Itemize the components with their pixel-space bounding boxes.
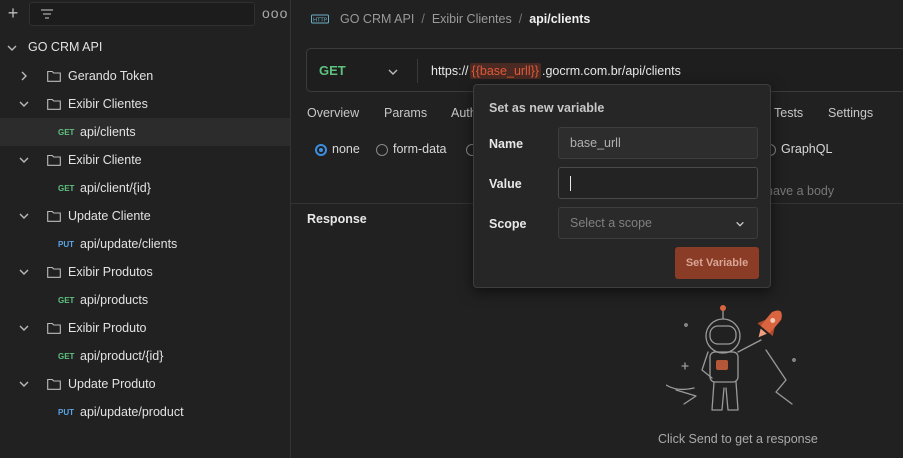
sidebar-item-label: Gerando Token [68,69,154,83]
method-badge: PUT [58,240,74,249]
sidebar-item-update-cliente[interactable]: Update Cliente [0,202,290,230]
url-variable[interactable]: {{base_urll}} [469,63,541,79]
radio-label-form-data: form-data [393,142,447,156]
radio-none[interactable] [315,144,327,156]
body-hint: have a body [766,184,835,198]
chevron-down-icon[interactable] [18,154,30,166]
folder-icon [47,322,61,334]
folder-icon [47,98,61,110]
sidebar-item-label: api/product/{id} [80,349,164,363]
url-suffix: .gocrm.com.br/api/clients [541,64,681,78]
tab-overview[interactable]: Overview [307,106,359,120]
sidebar-item-exibir-produto[interactable]: Exibir Produto [0,314,290,342]
radio-label-none: none [332,142,360,156]
sidebar-item-label: api/update/product [80,405,184,419]
sidebar-item-label: Update Cliente [68,209,151,223]
sidebar-item-api-update-product[interactable]: PUT api/update/product [0,398,290,426]
chevron-down-icon[interactable] [18,266,30,278]
sidebar-item-label: api/update/clients [80,237,178,251]
sidebar-item-api-client-id[interactable]: GET api/client/{id} [0,174,290,202]
sidebar-item-label: Exibir Produto [68,321,147,335]
chevron-down-icon[interactable] [387,66,399,78]
chevron-down-icon[interactable] [18,378,30,390]
set-variable-button[interactable]: Set Variable [675,247,759,279]
breadcrumb-current[interactable]: api/clients [529,12,590,26]
breadcrumb-collection[interactable]: GO CRM API [340,12,414,26]
divider [417,59,418,83]
sidebar-item-api-product-id[interactable]: GET api/product/{id} [0,342,290,370]
chevron-down-icon [736,221,744,227]
method-badge: GET [58,184,75,193]
sidebar-item-api-clients[interactable]: GET api/clients [0,118,290,146]
method-badge: PUT [58,408,74,417]
folder-icon [47,154,61,166]
breadcrumb: HTTP GO CRM API / Exibir Clientes / api/… [311,10,590,28]
sidebar-item-label: Exibir Cliente [68,153,142,167]
chevron-down-icon[interactable] [18,98,30,110]
scope-label: Scope [489,217,527,231]
more-options-icon[interactable]: ooo [262,5,288,21]
chevron-right-icon[interactable] [18,70,30,82]
method-select[interactable]: GET [319,63,346,78]
filter-icon [41,9,53,19]
sidebar: + ooo GO CRM API Gerando Token Exibir Cl… [0,0,291,458]
sidebar-item-label: api/client/{id} [80,181,151,195]
folder-icon [47,70,61,82]
tab-params[interactable]: Params [384,106,427,120]
folder-icon [47,378,61,390]
sidebar-item-exibir-clientes[interactable]: Exibir Clientes [0,90,290,118]
method-badge: GET [58,128,75,137]
astronaut-illustration [666,305,796,411]
collection-name: GO CRM API [28,40,103,54]
breadcrumb-separator: / [518,12,523,26]
sidebar-item-exibir-produtos[interactable]: Exibir Produtos [0,258,290,286]
sidebar-item-gerando-token[interactable]: Gerando Token [0,62,290,90]
tab-settings[interactable]: Settings [828,106,873,120]
sidebar-toolbar: + ooo [0,0,291,30]
response-title: Response [307,212,367,226]
scope-placeholder: Select a scope [570,216,652,230]
sidebar-item-label: Update Produto [68,377,156,391]
name-value: base_urll [570,136,621,150]
empty-response-hint: Click Send to get a response [658,432,818,446]
http-icon: HTTP [311,14,329,24]
text-caret [570,175,571,191]
sidebar-item-label: Exibir Clientes [68,97,148,111]
sidebar-item-api-update-clients[interactable]: PUT api/update/clients [0,230,290,258]
breadcrumb-folder[interactable]: Exibir Clientes [432,12,512,26]
sidebar-item-update-produto[interactable]: Update Produto [0,370,290,398]
name-label: Name [489,137,524,151]
folder-icon [47,266,61,278]
sidebar-item-label: api/products [80,293,149,307]
sidebar-item-label: Exibir Produtos [68,265,153,279]
tab-tests[interactable]: Tests [774,106,803,120]
value-field[interactable] [558,167,758,199]
breadcrumb-separator: / [421,12,425,26]
url-input[interactable]: https:// {{base_urll}} .gocrm.com.br/api… [431,63,681,79]
svg-text:HTTP: HTTP [313,18,328,24]
chevron-down-icon[interactable] [18,322,30,334]
collection-row[interactable]: GO CRM API [0,34,290,62]
sidebar-item-api-products[interactable]: GET api/products [0,286,290,314]
radio-label-graphql: GraphQL [781,142,833,156]
sidebar-item-exibir-cliente[interactable]: Exibir Cliente [0,146,290,174]
chevron-down-icon[interactable] [18,210,30,222]
radio-form-data[interactable] [376,144,388,156]
popover-title: Set as new variable [489,101,605,115]
set-variable-popover: Set as new variable Name base_urll Value… [473,84,771,288]
scope-select[interactable]: Select a scope [558,207,758,239]
sidebar-item-label: api/clients [80,125,136,139]
folder-icon [47,210,61,222]
chevron-down-icon[interactable] [6,42,18,54]
filter-input[interactable] [29,2,255,26]
url-prefix: https:// [431,64,469,78]
value-label: Value [489,177,522,191]
method-badge: GET [58,352,75,361]
method-badge: GET [58,296,75,305]
plus-icon[interactable]: + [4,4,22,24]
name-field[interactable]: base_urll [558,127,758,159]
